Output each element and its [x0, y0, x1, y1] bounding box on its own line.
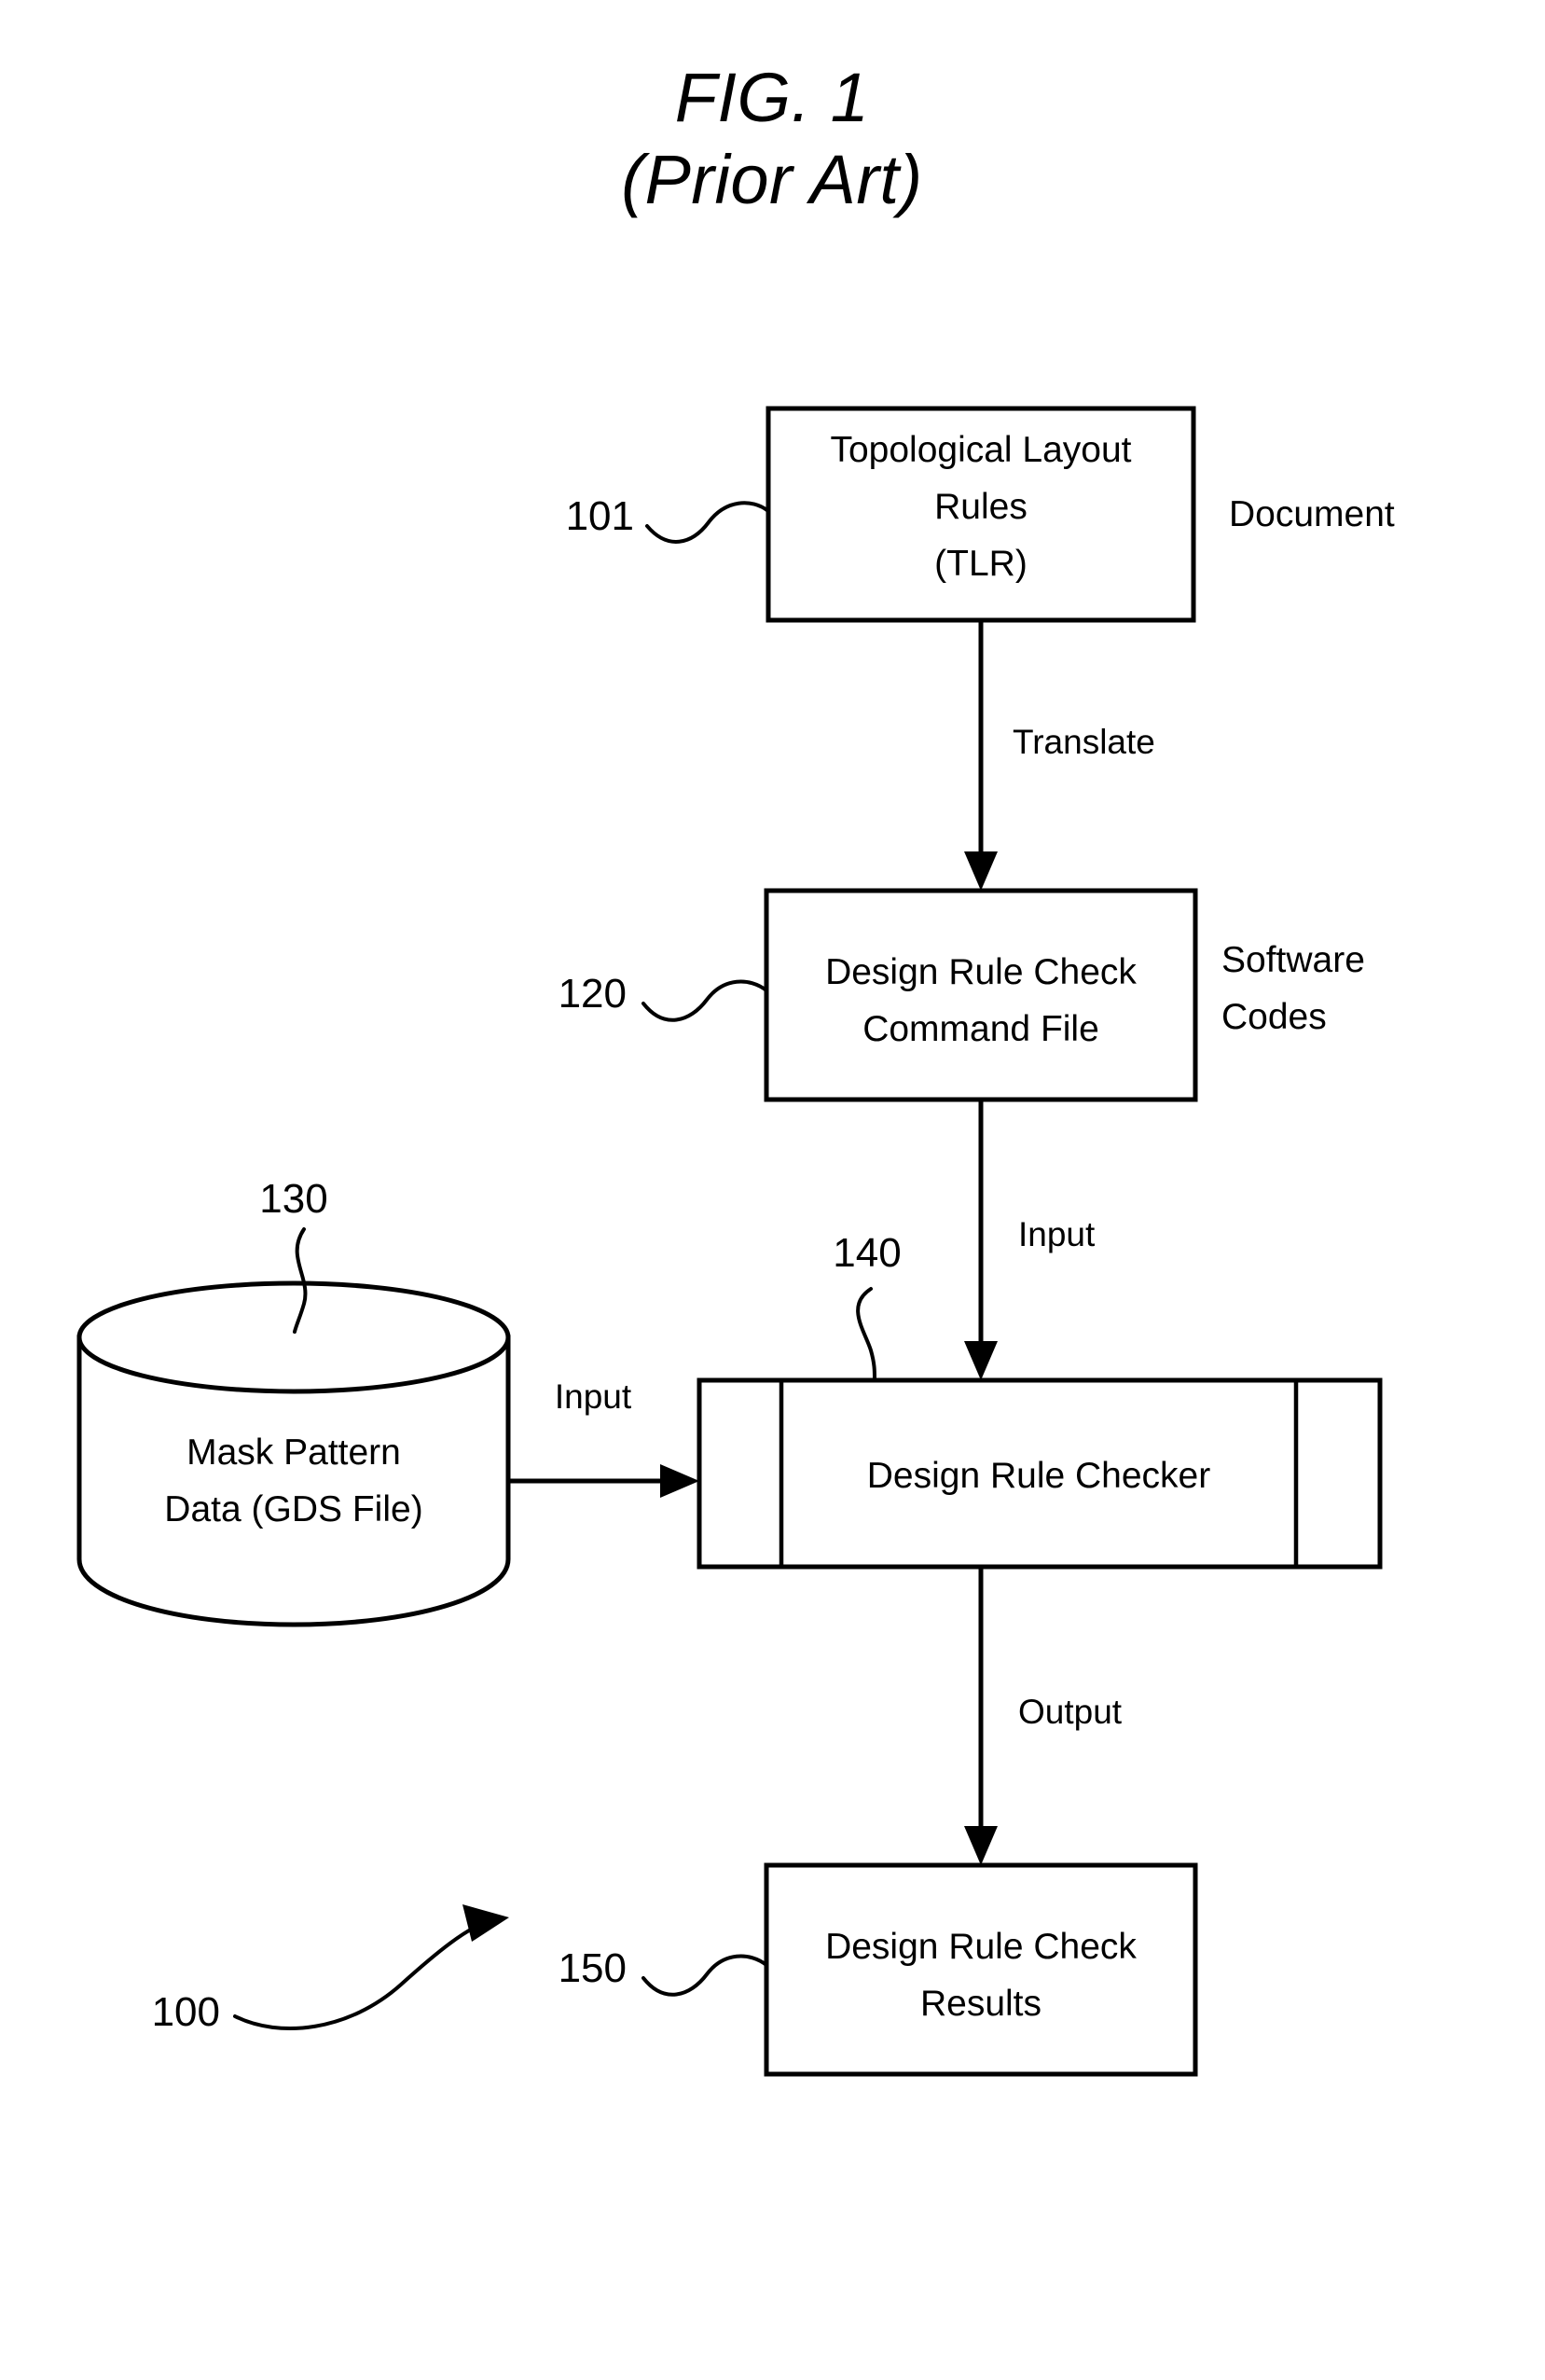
- node-tlr-label-line1: Topological Layout: [830, 430, 1131, 470]
- flow-arrow-input-top-head: [964, 1341, 998, 1380]
- edge-label-output: Output: [1018, 1693, 1123, 1731]
- node-mask-data-label-line1: Mask Pattern: [186, 1432, 401, 1473]
- edge-label-input-from-command-file: Input: [1018, 1215, 1096, 1253]
- reference-numeral-100: 100: [152, 1989, 220, 2035]
- flow-diagram: FIG. 1 (Prior Art) Topological Layout Ru…: [76, 59, 1395, 2077]
- node-box-command-file: [764, 888, 1198, 1102]
- node-cylinder-mask-data-top: [76, 1280, 511, 1394]
- reference-numeral-101: 101: [566, 493, 634, 539]
- edge-label-input-from-mask-data: Input: [555, 1377, 632, 1416]
- patent-figure: FIG. 1 (Prior Art) Topological Layout Ru…: [0, 0, 1545, 2380]
- leader-line-101: [645, 501, 770, 544]
- node-box-results: [764, 1862, 1198, 2077]
- reference-numeral-120: 120: [559, 971, 627, 1017]
- leader-line-150: [641, 1954, 768, 1997]
- flow-arrow-input-left-head: [660, 1464, 699, 1498]
- reference-numeral-130: 130: [259, 1176, 327, 1222]
- node-results-label-line1: Design Rule Check: [825, 1927, 1137, 1967]
- reference-numeral-140: 140: [833, 1230, 901, 1276]
- leader-line-140: [856, 1287, 876, 1380]
- leader-arrow-head-100: [462, 1904, 509, 1942]
- node-tlr-label-line3: (TLR): [934, 544, 1028, 584]
- node-checker-label: Design Rule Checker: [867, 1456, 1211, 1496]
- node-tlr-label-line2: Rules: [934, 487, 1028, 527]
- edge-label-translate: Translate: [1013, 723, 1155, 761]
- flow-arrow-output-head: [964, 1826, 998, 1865]
- figure-title-line2: (Prior Art): [621, 141, 922, 218]
- flow-arrow-translate-head: [964, 851, 998, 891]
- node-mask-data-label-line2: Data (GDS File): [164, 1489, 422, 1529]
- node-command-file-label-line2: Command File: [862, 1009, 1099, 1049]
- figure-title-line1: FIG. 1: [675, 59, 870, 136]
- category-label-software-line2: Codes: [1221, 997, 1327, 1037]
- node-command-file-label-line1: Design Rule Check: [825, 952, 1137, 992]
- category-label-document: Document: [1229, 494, 1395, 534]
- reference-numeral-150: 150: [559, 1945, 627, 1991]
- leader-line-120: [641, 979, 768, 1022]
- node-results-label-line2: Results: [920, 1984, 1041, 2024]
- category-label-software-line1: Software: [1221, 940, 1365, 980]
- leader-line-100: [233, 1919, 490, 2030]
